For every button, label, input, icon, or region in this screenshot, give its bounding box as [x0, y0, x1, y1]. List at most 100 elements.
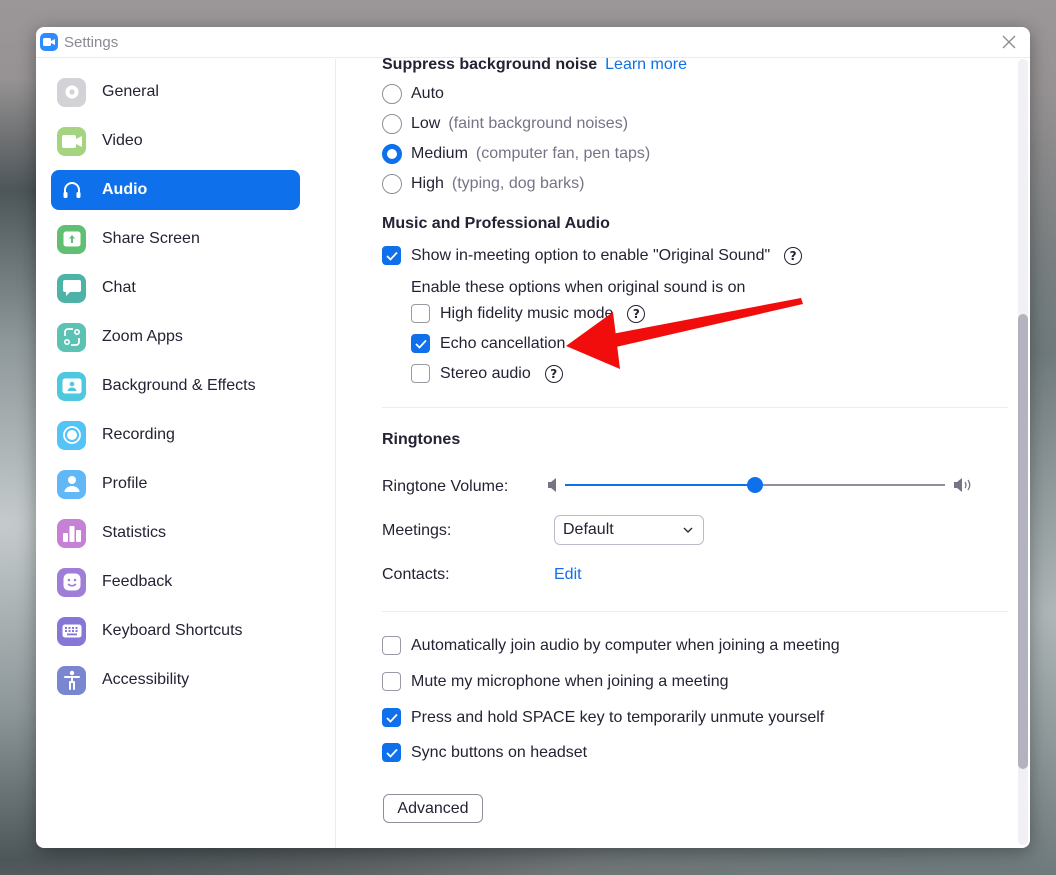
- option-hint: (faint background noises): [448, 115, 629, 132]
- section-divider: [382, 611, 1008, 612]
- sidebar-item-zoom-apps[interactable]: Zoom Apps: [51, 317, 300, 357]
- slider-thumb[interactable]: [747, 477, 763, 493]
- option-label: Show in-meeting option to enable "Origin…: [411, 246, 771, 264]
- help-icon[interactable]: ?: [544, 364, 563, 383]
- radio-medium[interactable]: [382, 144, 402, 164]
- help-icon[interactable]: ?: [627, 304, 646, 323]
- meetings-ringtone-dropdown[interactable]: Default: [554, 515, 704, 545]
- gear-icon: [57, 77, 86, 107]
- section-divider: [382, 407, 1008, 408]
- help-icon[interactable]: ?: [784, 246, 803, 265]
- option-label: High fidelity music mode: [440, 304, 614, 322]
- option-label: Sync buttons on headset: [411, 743, 588, 761]
- checkmark-icon: [385, 713, 398, 723]
- learn-more-link[interactable]: Learn more: [605, 56, 687, 74]
- high-fidelity-option[interactable]: High fidelity music mode ?: [411, 304, 646, 323]
- sidebar-item-chat[interactable]: Chat: [51, 268, 300, 308]
- stereo-audio-option[interactable]: Stereo audio ?: [411, 364, 563, 383]
- radio-high[interactable]: [382, 174, 402, 194]
- sidebar-item-video[interactable]: Video: [51, 121, 300, 161]
- option-label: High: [411, 175, 444, 192]
- profile-person-icon: [57, 469, 86, 499]
- sidebar-item-label: Accessibility: [102, 671, 190, 688]
- original-sound-checkbox[interactable]: [382, 246, 401, 265]
- volume-low-icon: [548, 478, 556, 492]
- chat-bubble-icon: [57, 273, 86, 303]
- original-sound-subheading: Enable these options when original sound…: [411, 279, 746, 296]
- sidebar-item-label: Profile: [102, 475, 148, 492]
- sidebar-item-recording[interactable]: Recording: [51, 415, 300, 455]
- mute-on-join-option[interactable]: Mute my microphone when joining a meetin…: [382, 672, 729, 691]
- music-audio-heading: Music and Professional Audio: [382, 215, 610, 232]
- auto-join-audio-option[interactable]: Automatically join audio by computer whe…: [382, 636, 840, 655]
- sidebar-item-keyboard-shortcuts[interactable]: Keyboard Shortcuts: [51, 611, 300, 651]
- radio-low[interactable]: [382, 114, 402, 134]
- sidebar-item-label: Feedback: [102, 573, 173, 590]
- volume-high-icon: [954, 478, 971, 492]
- smiley-icon: [57, 567, 86, 597]
- sidebar-item-profile[interactable]: Profile: [51, 464, 300, 504]
- scrollbar-thumb[interactable]: [1018, 314, 1028, 769]
- record-icon: [57, 420, 86, 450]
- option-label: Press and hold SPACE key to temporarily …: [411, 708, 825, 726]
- echo-cancellation-checkbox[interactable]: [411, 334, 430, 353]
- sidebar-item-background-effects[interactable]: Background & Effects: [51, 366, 300, 406]
- noise-option-medium[interactable]: Medium (computer fan, pen taps): [382, 144, 650, 164]
- sidebar-item-label: Chat: [102, 279, 136, 296]
- sidebar-item-feedback[interactable]: Feedback: [51, 562, 300, 602]
- option-hint: (typing, dog barks): [451, 175, 585, 192]
- echo-cancellation-option[interactable]: Echo cancellation ?: [411, 334, 598, 353]
- sidebar-item-label: Background & Effects: [102, 377, 256, 394]
- stereo-audio-checkbox[interactable]: [411, 364, 430, 383]
- sidebar-item-label: Keyboard Shortcuts: [102, 622, 243, 639]
- chevron-down-icon: [683, 527, 693, 533]
- option-hint: (computer fan, pen taps): [475, 145, 651, 162]
- mute-on-join-checkbox[interactable]: [382, 672, 401, 691]
- ringtone-volume-label: Ringtone Volume:: [382, 478, 509, 495]
- dropdown-value: Default: [563, 521, 614, 538]
- sidebar-item-statistics[interactable]: Statistics: [51, 513, 300, 553]
- scrollbar[interactable]: [1018, 59, 1028, 845]
- slider-track: [755, 484, 945, 486]
- checkmark-icon: [414, 339, 427, 349]
- space-unmute-checkbox[interactable]: [382, 708, 401, 727]
- accessibility-icon: [57, 665, 86, 695]
- radio-auto[interactable]: [382, 84, 402, 104]
- advanced-button[interactable]: Advanced: [383, 794, 483, 823]
- sidebar-item-label: Video: [102, 132, 143, 149]
- space-unmute-option[interactable]: Press and hold SPACE key to temporarily …: [382, 708, 824, 727]
- option-label: Stereo audio: [440, 364, 531, 382]
- suppress-noise-heading: Suppress background noise: [382, 56, 598, 73]
- original-sound-option[interactable]: Show in-meeting option to enable "Origin…: [382, 246, 803, 265]
- noise-option-low[interactable]: Low (faint background noises): [382, 114, 628, 134]
- meetings-label: Meetings:: [382, 522, 452, 539]
- audio-settings-panel: Suppress background noise Learn more Aut…: [382, 56, 1008, 848]
- close-icon: [1002, 35, 1016, 49]
- contacts-edit-link[interactable]: Edit: [554, 566, 582, 584]
- noise-option-auto[interactable]: Auto: [382, 84, 444, 104]
- option-label: Mute my microphone when joining a meetin…: [411, 672, 729, 690]
- help-icon[interactable]: ?: [579, 334, 598, 353]
- zoom-logo-icon: [40, 33, 58, 51]
- video-camera-icon: [57, 126, 86, 156]
- contacts-label: Contacts:: [382, 566, 450, 583]
- bar-chart-icon: [57, 518, 86, 548]
- sidebar-item-share-screen[interactable]: Share Screen: [51, 219, 300, 259]
- checkmark-icon: [385, 251, 398, 261]
- auto-join-audio-checkbox[interactable]: [382, 636, 401, 655]
- sidebar: General Video Audio Share Screen Chat Zo…: [36, 59, 336, 848]
- noise-option-high[interactable]: High (typing, dog barks): [382, 174, 584, 194]
- option-label: Automatically join audio by computer whe…: [411, 636, 840, 654]
- sidebar-item-audio[interactable]: Audio: [51, 170, 300, 210]
- ringtone-volume-slider[interactable]: [548, 476, 974, 494]
- sidebar-item-general[interactable]: General: [51, 72, 300, 112]
- close-button[interactable]: [1000, 33, 1018, 51]
- high-fidelity-checkbox[interactable]: [411, 304, 430, 323]
- sidebar-item-label: Statistics: [102, 524, 167, 541]
- checkmark-icon: [385, 748, 398, 758]
- sidebar-item-accessibility[interactable]: Accessibility: [51, 660, 300, 700]
- sidebar-item-label: Recording: [102, 426, 175, 443]
- option-label: Auto: [411, 85, 444, 102]
- sync-headset-option[interactable]: Sync buttons on headset: [382, 743, 587, 762]
- sync-headset-checkbox[interactable]: [382, 743, 401, 762]
